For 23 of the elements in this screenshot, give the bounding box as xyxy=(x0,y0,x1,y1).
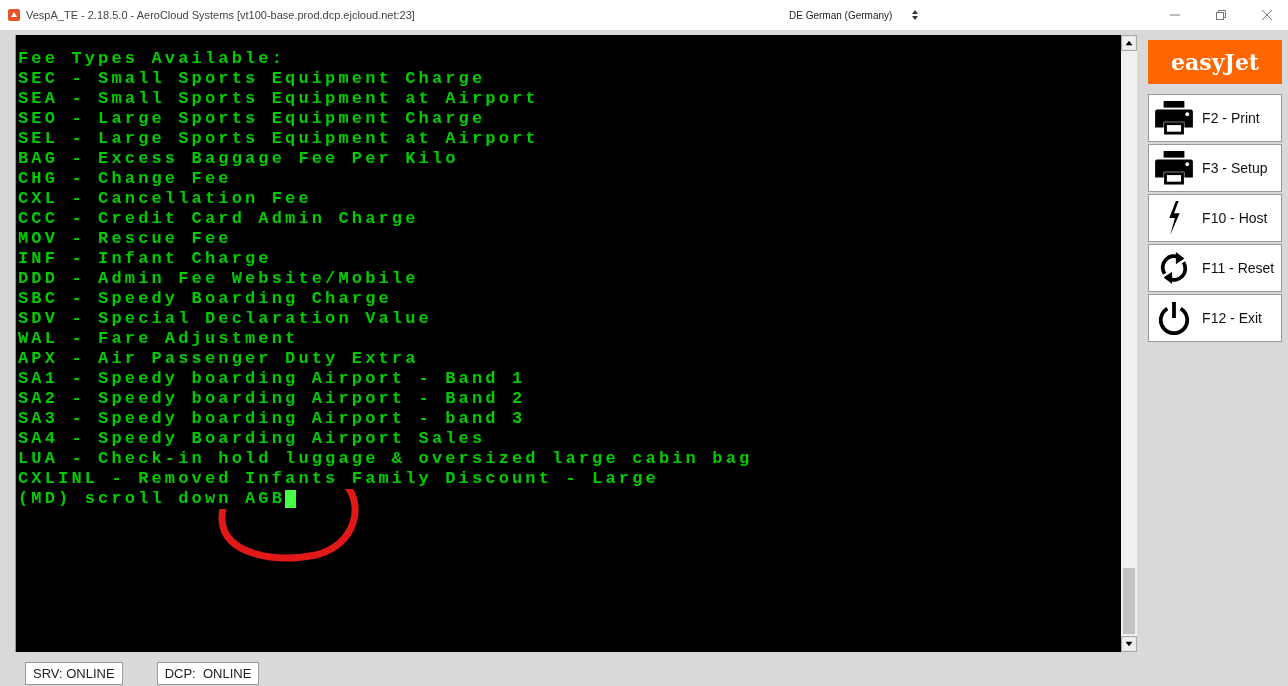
scrollbar-thumb[interactable] xyxy=(1123,568,1136,634)
function-key-button[interactable]: F3 - Setup xyxy=(1148,144,1282,192)
function-key-button[interactable]: F11 - Reset xyxy=(1148,244,1282,292)
printer-icon xyxy=(1154,151,1195,185)
restore-icon[interactable] xyxy=(1216,10,1226,20)
lightning-bolt-icon xyxy=(1166,201,1183,235)
sort-arrows-icon xyxy=(912,10,919,20)
printer-icon xyxy=(1154,101,1195,135)
status-indicator: SRV: ONLINE xyxy=(25,662,123,685)
scrollbar[interactable] xyxy=(1121,35,1138,652)
keyboard-layout-selector[interactable]: DE German (Germany) xyxy=(789,9,919,21)
app-icon xyxy=(8,9,20,21)
close-icon[interactable] xyxy=(1262,10,1272,20)
logo: easyJet xyxy=(1148,40,1282,84)
function-key-button[interactable]: F12 - Exit xyxy=(1148,294,1282,342)
terminal-screen[interactable] xyxy=(15,35,1138,652)
text-cursor xyxy=(285,490,297,508)
function-key-button[interactable]: F2 - Print xyxy=(1148,94,1282,142)
status-indicator: DCP: ONLINE xyxy=(156,662,260,685)
window-title: VespA_TE - 2.18.5.0 - AeroCloud Systems [vt100-base.prod.dcp.ejcloud.net:23] xyxy=(26,9,416,21)
function-key-button[interactable]: F10 - Host xyxy=(1148,194,1282,242)
scroll-up-icon[interactable] xyxy=(1121,35,1138,51)
scroll-down-icon[interactable] xyxy=(1121,636,1138,652)
